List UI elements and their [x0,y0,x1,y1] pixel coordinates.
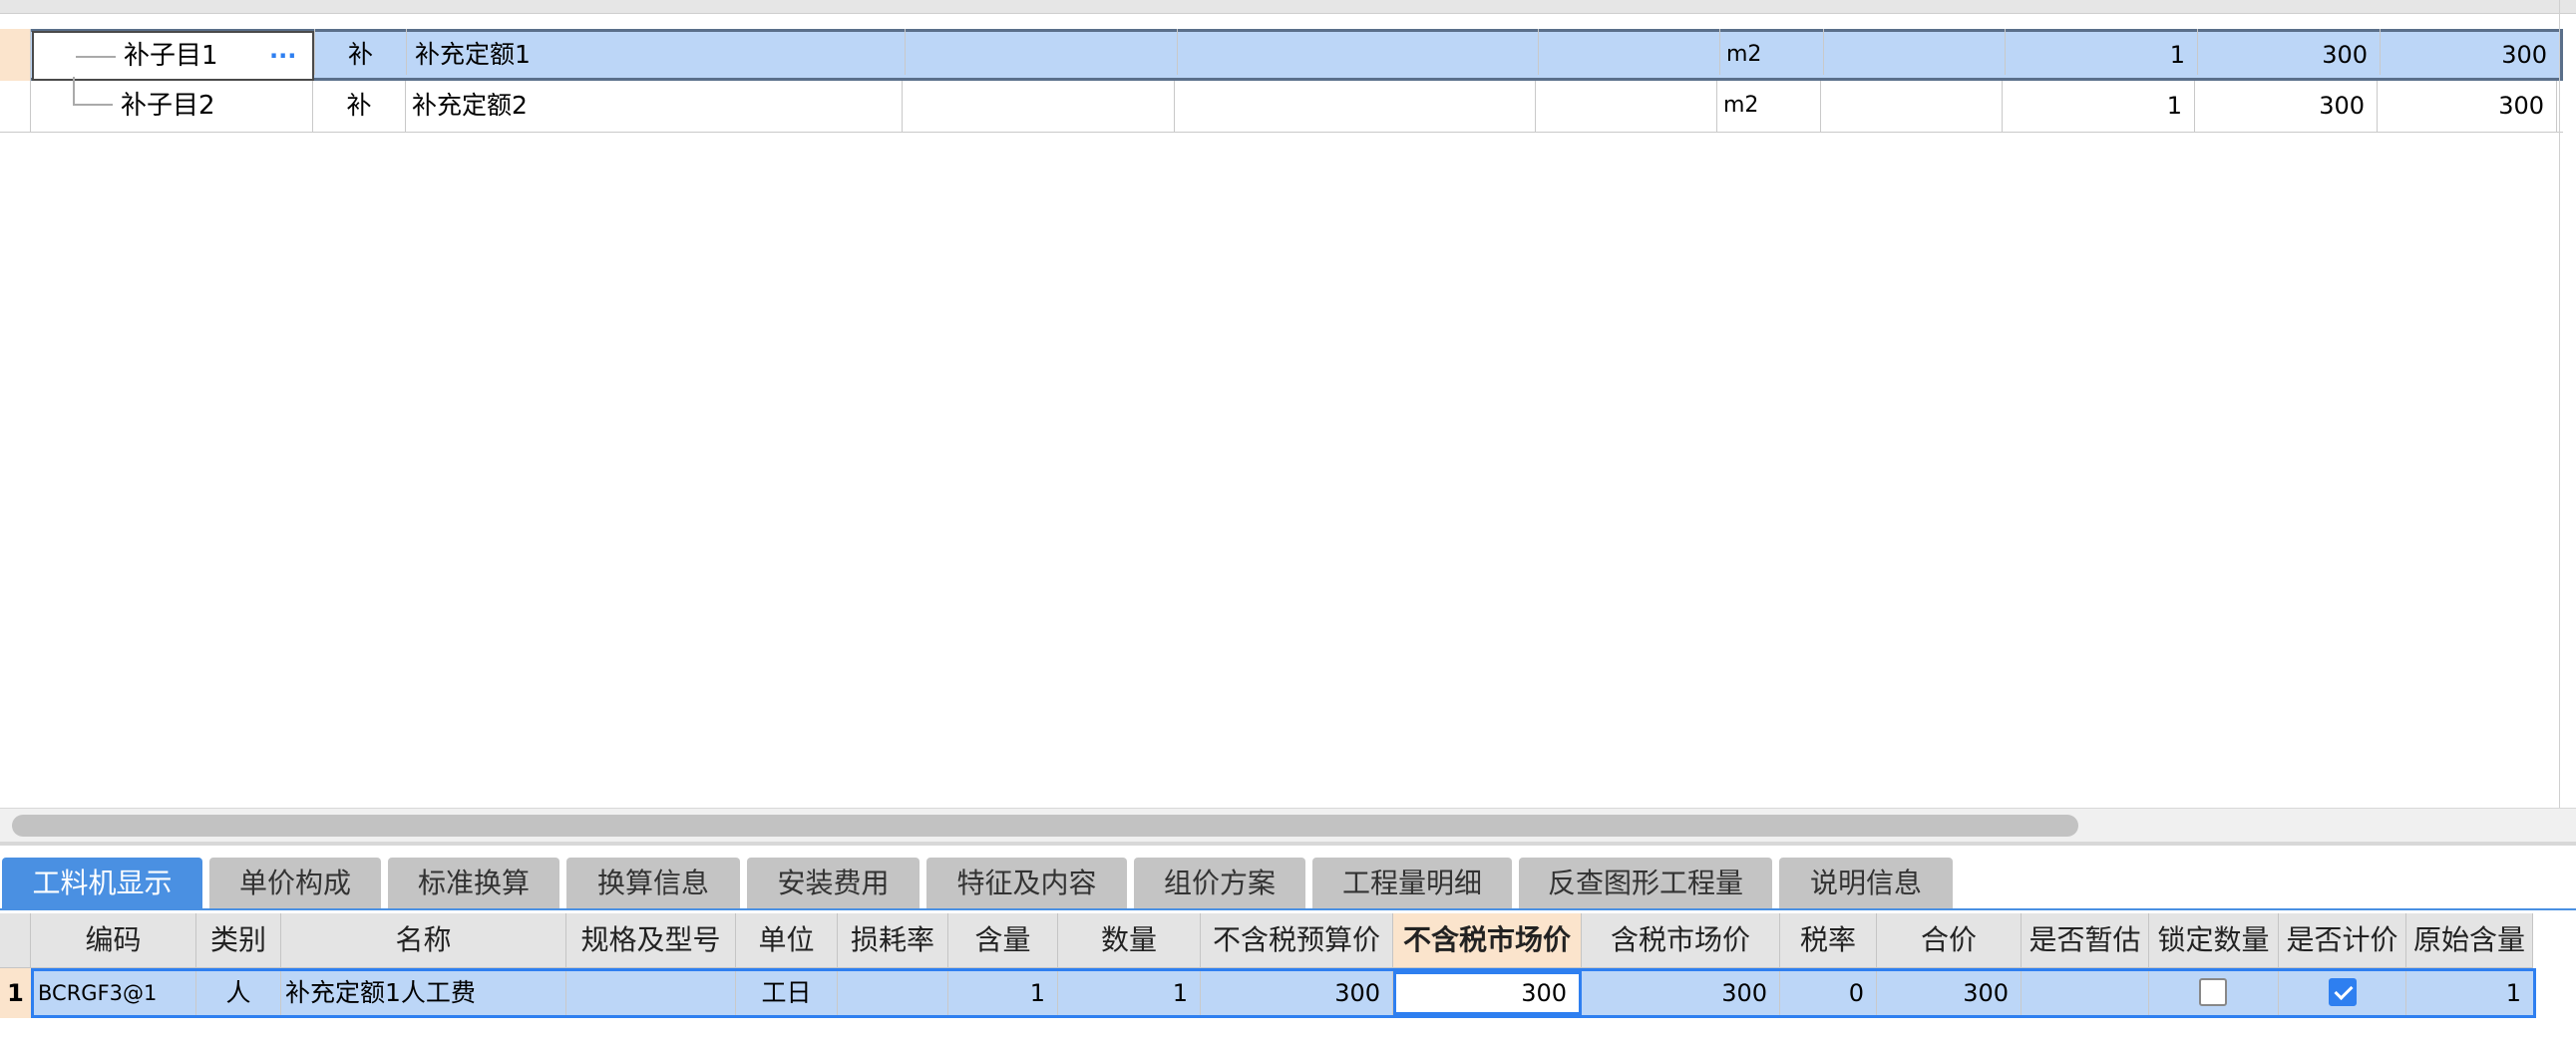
qty-cell: 1 [1058,971,1201,1015]
original-content-cell: 1 [2505,979,2521,1007]
tax-rate-cell: 0 [1780,971,1877,1015]
header-total[interactable]: 合价 [1877,913,2022,967]
total-cell: 300 [2381,29,2560,75]
type-cell: 人 [196,971,281,1015]
tab-pricing-scheme[interactable]: 组价方案 [1134,858,1305,909]
header-content[interactable]: 含量 [948,913,1058,967]
unit-cell: 工日 [736,971,838,1015]
tree-connector-vertical [73,77,75,104]
tab-unit-price[interactable]: 单价构成 [209,858,381,909]
empty-cell [1175,81,1536,132]
empty-cell [1178,29,1539,75]
scrollbar-thumb[interactable] [12,815,2078,837]
header-tax-market-price[interactable]: 含税市场价 [1582,913,1780,967]
tab-underline [0,908,2576,910]
tree-cell[interactable]: 补子目2 [31,77,313,132]
more-icon[interactable]: ··· [269,33,296,79]
empty-cell [1821,81,2003,132]
row-body: BCRGF3@1 人 补充定额1人工费 工日 1 1 300 300 300 0… [31,968,2536,1018]
row-number-header [0,913,31,967]
qty-cell: 1 [2003,81,2195,132]
tab-conversion-info[interactable]: 换算信息 [566,858,740,909]
header-lock-qty[interactable]: 锁定数量 [2149,913,2279,967]
provisional-cell [2022,971,2149,1015]
header-tax-rate[interactable]: 税率 [1780,913,1877,967]
splitter[interactable] [0,842,2576,846]
tab-description[interactable]: 说明信息 [1779,858,1953,909]
is-priced-cell [2279,971,2406,1015]
tree-connector [76,56,116,58]
header-unit[interactable]: 单位 [736,913,838,967]
loss-cell [838,971,948,1015]
row-number: 1 [0,968,31,1018]
row-indicator [0,29,31,81]
total-cell: 300 [2378,81,2557,132]
header-quantity[interactable]: 数量 [1058,913,1201,967]
header-code[interactable]: 编码 [31,913,196,967]
name-cell: 补充定额1人工费 [281,971,566,1015]
tab-installation-fee[interactable]: 安装费用 [747,858,920,909]
lock-qty-cell [2149,971,2279,1015]
tab-labor-material[interactable]: 工料机显示 [2,858,202,909]
code-text: 补子目1 [124,41,218,71]
qty-cell: 1 [2006,29,2198,75]
unit-cell: m2 [1717,81,1821,132]
table-row[interactable]: 补子目2 补 补充定额2 m2 1 300 300 [0,77,2563,133]
row-indicator [0,81,31,132]
tab-standard-conversion[interactable]: 标准换算 [388,858,559,909]
grid-right-border [2559,0,2560,808]
unit-cell: m2 [1720,29,1824,75]
total-cell: 300 [1877,971,2022,1015]
header-budget-price[interactable]: 不含税预算价 [1201,913,1393,967]
type-cell: 补 [314,29,407,75]
empty-cell [906,29,1178,75]
header-spec[interactable]: 规格及型号 [566,913,736,967]
header-market-price[interactable]: 不含税市场价 [1393,913,1582,967]
price-cell: 300 [2195,81,2378,132]
tree-cell[interactable]: 补子目1 ··· [32,31,314,81]
name-cell: 补充定额2 [406,81,903,132]
header-original-content[interactable]: 原始含量 [2406,913,2533,967]
price-cell: 300 [2198,29,2381,75]
header-loss-rate[interactable]: 损耗率 [838,913,948,967]
tab-quantity-detail[interactable]: 工程量明细 [1312,858,1512,909]
is-priced-checkbox[interactable] [2329,978,2357,1006]
tab-reverse-lookup[interactable]: 反查图形工程量 [1519,858,1772,909]
empty-cell [903,81,1175,132]
top-grid: 补子目1 ··· 补 补充定额1 m2 1 300 300 补子目2 补 补充定… [0,29,2563,133]
lock-qty-checkbox[interactable] [2199,978,2227,1006]
empty-cell [1824,29,2006,75]
tree-connector [73,104,113,106]
horizontal-scrollbar[interactable] [0,808,2576,842]
header-provisional[interactable]: 是否暂估 [2022,913,2149,967]
header-is-priced[interactable]: 是否计价 [2279,913,2406,967]
content-cell: 1 [948,971,1058,1015]
code-text: 补子目2 [121,91,215,121]
type-cell: 补 [313,81,406,132]
tax-market-price-cell: 300 [1582,971,1780,1015]
market-price-input[interactable]: 300 [1393,971,1582,1015]
table-row[interactable]: 1 BCRGF3@1 人 补充定额1人工费 工日 1 1 300 300 300… [0,968,2536,1018]
name-cell: 补充定额1 [407,29,906,75]
empty-cell [1536,81,1717,132]
budget-price-cell: 300 [1201,971,1393,1015]
empty-cell [1539,29,1720,75]
tab-features[interactable]: 特征及内容 [926,858,1127,909]
bottom-grid-header: 编码 类别 名称 规格及型号 单位 损耗率 含量 数量 不含税预算价 不含税市场… [0,913,2533,968]
table-row[interactable]: 补子目1 ··· 补 补充定额1 m2 1 300 300 [0,29,2563,81]
spec-cell [566,971,736,1015]
top-strip [0,0,2576,14]
code-cell: BCRGF3@1 [34,971,196,1015]
header-type[interactable]: 类别 [196,913,281,967]
header-name[interactable]: 名称 [281,913,566,967]
